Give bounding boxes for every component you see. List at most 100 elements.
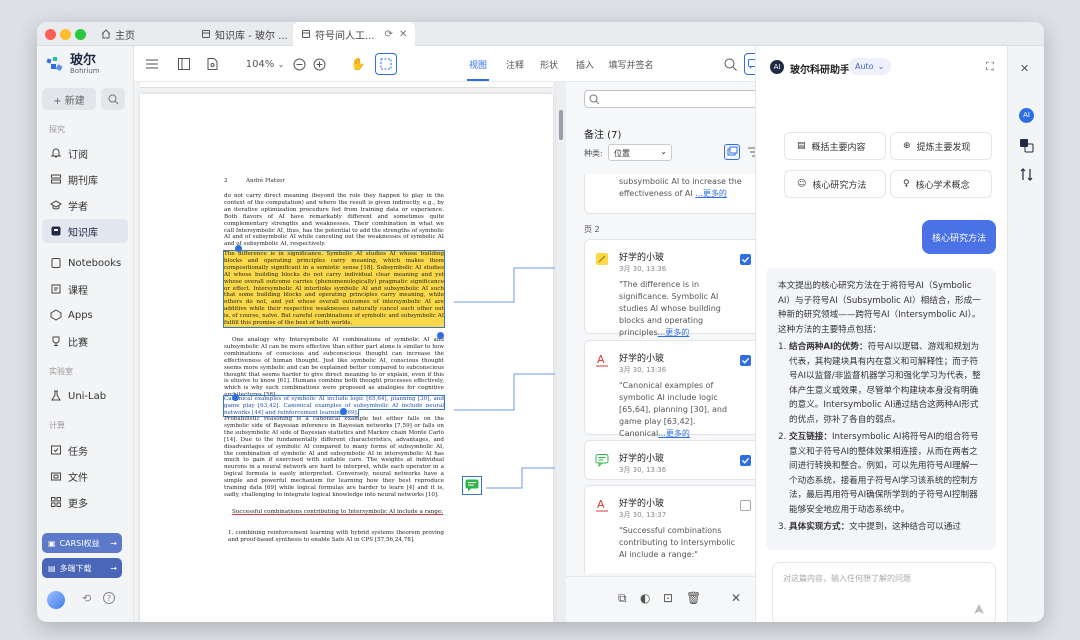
sidebar-item-label: 课程 [68, 285, 88, 297]
tab-insert[interactable]: 插入 [574, 56, 596, 72]
reload-icon[interactable]: ⟳ [385, 29, 393, 40]
select-all-notes-icon[interactable] [724, 144, 740, 160]
more-link[interactable]: ...更多的 [658, 328, 690, 337]
note-checkbox[interactable] [740, 355, 751, 366]
sidebar-toggle-icon[interactable] [176, 56, 192, 72]
zoom-out-icon[interactable] [292, 56, 306, 72]
sidebar-item-apps[interactable]: Apps [42, 303, 128, 327]
sidebar-item-courses[interactable]: 课程 [42, 277, 128, 301]
close-icon[interactable]: ✕ [399, 29, 407, 40]
active-tab-indicator [467, 79, 489, 81]
note-card-previous[interactable]: subsymbolic AI to increase the effective… [584, 174, 762, 214]
answer-intro: 本文提出的核心研究方法在于将符号AI（Symbolic AI）与子符号AI（Su… [778, 281, 981, 335]
tab-shape[interactable]: 形状 [538, 56, 560, 72]
zoom-in-icon[interactable] [312, 56, 326, 72]
help-icon[interactable]: ? [103, 592, 115, 604]
compare-icon[interactable] [1019, 167, 1034, 182]
zoom-level[interactable]: 104% [242, 56, 278, 72]
note-checkbox[interactable] [740, 254, 751, 265]
tab-view[interactable]: 视图 [467, 56, 489, 72]
app-window: 主页 知识库 - 玻尔 ... ✕ 符号间人工... ⟳ ✕ 玻尔 Bohriu… [37, 22, 1044, 622]
close-icon[interactable]: ✕ [731, 591, 741, 605]
send-icon[interactable] [973, 603, 985, 615]
menu-icon[interactable] [144, 56, 160, 72]
button-label: 提炼主要发现 [916, 142, 971, 153]
sidebar-item-label: 期刊库 [68, 175, 98, 187]
carsi-benefits-button[interactable]: ▣ CARSI权益 → [42, 533, 122, 553]
methods-button[interactable]: ☺ 核心研究方法 [784, 170, 886, 198]
grid-icon [50, 496, 62, 508]
maximize-window-button[interactable] [75, 29, 86, 40]
sidebar-item-knowledge[interactable]: 知识库 [42, 219, 128, 243]
download-button[interactable]: ▤ 多端下载 → [42, 558, 122, 578]
comment-icon [595, 454, 609, 467]
more-link[interactable]: ...更多的 [695, 189, 727, 198]
avatar[interactable] [47, 591, 65, 609]
left-sidebar: 玻尔 Bohrium + 新建 探究 订阅 期刊库 学者 知识库 Noteboo… [37, 46, 134, 622]
question-input[interactable]: 对这篇内容，输入任何想了解的问题 [772, 562, 996, 622]
more-link[interactable]: ...更多的 [658, 429, 690, 438]
sidebar-item-unilab[interactable]: Uni-Lab [42, 384, 128, 408]
note-author: 好学的小玻 [619, 454, 665, 464]
note-card[interactable]: A 好学的小玻 3月 30, 13:36 "Canonical examples… [584, 340, 762, 438]
minimize-window-button[interactable] [60, 29, 71, 40]
sidebar-item-files[interactable]: 文件 [42, 464, 128, 488]
note-card[interactable]: A 好学的小玻 3月 30, 13:37 "Successful combina… [584, 485, 762, 573]
concepts-button[interactable]: ♀ 核心学术概念 [890, 170, 992, 198]
chevron-down-icon[interactable]: ⌄ [276, 56, 286, 72]
search-button[interactable] [101, 88, 125, 110]
summarize-button[interactable]: ▤ 概括主要内容 [784, 132, 886, 160]
notes-panel: 备注 (7) 种类: 位置 ⌄ subsymbolic AI to increa… [555, 82, 764, 622]
translate-icon[interactable] [1019, 138, 1034, 153]
note-checkbox[interactable] [740, 500, 751, 511]
copy-icon[interactable]: ⧉ [618, 591, 627, 606]
note-time: 3月 30, 13:37 [619, 511, 667, 519]
note-card[interactable]: 好学的小玻 3月 30, 13:36 "The difference is in… [584, 239, 762, 337]
note-card[interactable]: 好学的小玻 3月 30, 13:36 [584, 440, 762, 480]
sidebar-item-tasks[interactable]: 任务 [42, 438, 128, 462]
pdf-viewport[interactable]: 2 André Platzer do not carry direct mean… [134, 82, 555, 622]
new-button[interactable]: + 新建 [42, 88, 96, 110]
note-checkbox[interactable] [740, 455, 751, 466]
refresh-icon[interactable]: ⟲ [82, 592, 91, 605]
scholar-icon [50, 199, 62, 211]
annotation-connectors [454, 267, 555, 489]
delete-icon[interactable]: 🗑 [686, 591, 701, 605]
tab-home[interactable]: 主页 [93, 22, 143, 46]
note-text: subsymbolic AI to increase the effective… [619, 177, 742, 198]
note-text: "Successful combinations contributing to… [619, 526, 736, 559]
select-tool-icon[interactable] [375, 53, 397, 75]
ai-assistant-icon[interactable]: AI [1019, 108, 1034, 123]
filter-label: 种类: [584, 149, 603, 158]
section-label: 计算 [49, 421, 65, 430]
close-window-button[interactable] [45, 29, 56, 40]
expand-icon[interactable]: ⛶ [986, 60, 994, 74]
sidebar-item-subscribe[interactable]: 订阅 [42, 141, 128, 165]
filter-select[interactable]: 位置 ⌄ [608, 144, 672, 161]
answer-point: 结合两种AI的优势：符号AI以逻辑、游戏和规划为代表，其构建块具有内在意义和可解… [789, 340, 984, 427]
key-findings-button[interactable]: ⊕ 提炼主要发现 [890, 132, 992, 160]
sidebar-item-competitions[interactable]: 比赛 [42, 329, 128, 353]
document-icon [202, 30, 210, 38]
pdf-toolbar: 104% ⌄ ✋ 视图 注释 形状 插入 填写并签名 备注 [134, 46, 782, 82]
text-underline-icon: A [596, 498, 608, 512]
mode-select[interactable]: Auto ⌄ [848, 58, 892, 75]
tab-annotate[interactable]: 注释 [504, 56, 526, 72]
title-bar: 主页 知识库 - 玻尔 ... ✕ 符号间人工... ⟳ ✕ [37, 22, 1044, 46]
palette-icon[interactable]: ◐ [640, 591, 650, 605]
download-icon: ▤ [48, 563, 56, 573]
vertical-scrollbar[interactable] [556, 82, 566, 622]
scrollbar-thumb[interactable] [559, 110, 563, 140]
sidebar-item-notebooks[interactable]: Notebooks [42, 251, 128, 275]
sidebar-item-journals[interactable]: 期刊库 [42, 167, 128, 191]
hand-tool-icon[interactable]: ✋ [350, 56, 366, 72]
page-icon[interactable] [204, 56, 220, 72]
notes-search-input[interactable] [584, 90, 764, 108]
tab-fill-sign[interactable]: 填写并签名 [608, 56, 654, 72]
sidebar-item-more[interactable]: 更多 [42, 490, 128, 514]
export-icon[interactable]: ⊡ [663, 591, 673, 605]
sidebar-item-scholars[interactable]: 学者 [42, 193, 128, 217]
tab-paper[interactable]: 符号间人工... ⟳ ✕ [293, 22, 416, 46]
search-icon[interactable] [722, 56, 738, 72]
close-icon[interactable]: ✕ [1020, 62, 1029, 75]
